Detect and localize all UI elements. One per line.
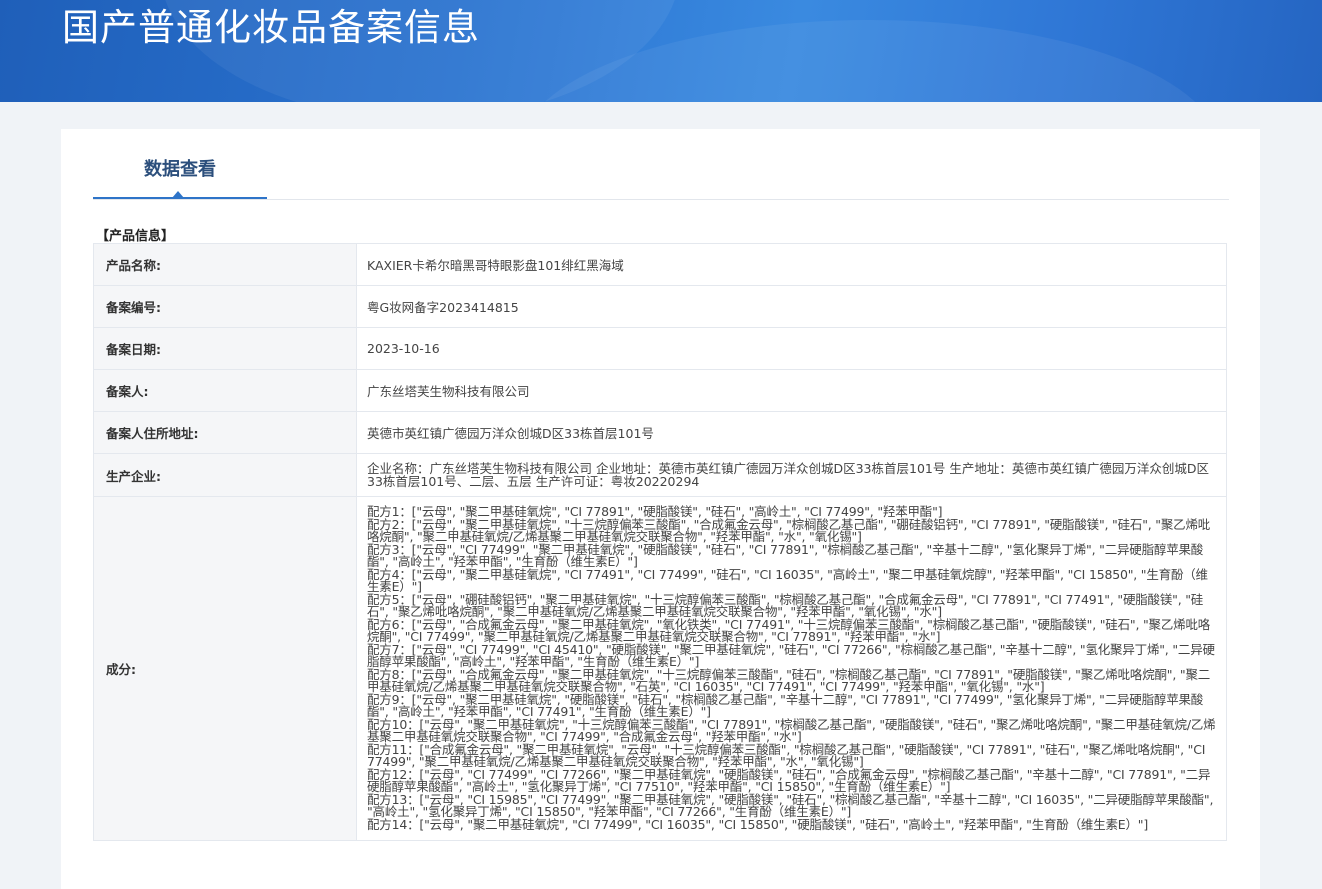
table-row: 生产企业: 企业名称：广东丝塔芙生物科技有限公司 企业地址：英德市英红镇广德园万… xyxy=(93,453,1227,497)
formula-line: 配方13：["云母", "CI 15985", "CI 77499", "聚二甲… xyxy=(367,791,1214,819)
tab-label: 数据查看 xyxy=(144,159,216,180)
content-card: 数据查看 【产品信息】 产品名称: KAXIER卡希尔暗黑哥特眼影盘101绯红黑… xyxy=(61,129,1260,889)
page-title: 国产普通化妆品备案信息 xyxy=(62,6,480,49)
row-label: 产品名称: xyxy=(93,243,357,286)
row-label: 生产企业: xyxy=(93,453,357,497)
product-name-value: KAXIER卡希尔暗黑哥特眼影盘101绯红黑海域 xyxy=(356,243,1227,286)
tab-active-indicator xyxy=(172,191,184,198)
formula-line: 配方7：["云母", "CI 77499", "CI 45410", "硬脂酸镁… xyxy=(367,641,1215,669)
formula-line: 配方3：["云母", "CI 77499", "聚二甲基硅氧烷", "硬脂酸镁"… xyxy=(367,541,1204,569)
formula-line: 配方6：["云母", "合成氟金云母", "聚二甲基硅氧烷", "氧化铁类", … xyxy=(367,616,1211,644)
row-label: 备案人住所地址: xyxy=(93,411,357,454)
table-row: 产品名称: KAXIER卡希尔暗黑哥特眼影盘101绯红黑海域 xyxy=(93,243,1227,286)
row-label: 成分: xyxy=(93,496,357,841)
registrant-value: 广东丝塔芙生物科技有限公司 xyxy=(356,369,1227,412)
formula-line: 配方2：["云母", "聚二甲基硅氧烷", "十三烷醇偏苯三酸酯", "合成氟金… xyxy=(367,516,1211,544)
table-row: 备案人: 广东丝塔芙生物科技有限公司 xyxy=(93,369,1227,412)
tab-data-view[interactable]: 数据查看 xyxy=(93,155,267,199)
row-label: 备案编号: xyxy=(93,285,357,328)
formula-line: 配方9：["云母", "聚二甲基硅氧烷", "硬脂酸镁", "硅石", "棕榈酸… xyxy=(367,691,1204,719)
table-row: 备案编号: 粤G妆网备字2023414815 xyxy=(93,285,1227,328)
formula-line: 配方11：["合成氟金云母", "聚二甲基硅氧烷", "云母", "十三烷醇偏苯… xyxy=(367,741,1206,769)
formula-line: 配方5：["云母", "硼硅酸铝钙", "聚二甲基硅氧烷", "十三烷醇偏苯三酸… xyxy=(367,591,1204,619)
table-row: 备案人住所地址: 英德市英红镇广德园万洋众创城D区33栋首层101号 xyxy=(93,411,1227,454)
formula-line: 配方4：["云母", "聚二甲基硅氧烷", "CI 77491", "CI 77… xyxy=(367,566,1208,594)
table-row: 成分: 配方1：["云母", "聚二甲基硅氧烷", "CI 77891", "硬… xyxy=(93,496,1227,841)
manufacturer-value: 企业名称：广东丝塔芙生物科技有限公司 企业地址：英德市英红镇广德园万洋众创城D区… xyxy=(356,453,1227,497)
table-row: 备案日期: 2023-10-16 xyxy=(93,327,1227,370)
registration-date-value: 2023-10-16 xyxy=(356,327,1227,370)
header-banner: 国产普通化妆品备案信息 xyxy=(0,0,1322,102)
registration-number-value: 粤G妆网备字2023414815 xyxy=(356,285,1227,328)
row-label: 备案人: xyxy=(93,369,357,412)
ingredients-value: 配方1：["云母", "聚二甲基硅氧烷", "CI 77891", "硬脂酸镁"… xyxy=(356,496,1227,841)
formula-line: 配方8：["云母", "合成氟金云母", "聚二甲基硅氧烷", "十三烷醇偏苯三… xyxy=(367,666,1211,694)
section-title: 【产品信息】 xyxy=(96,229,175,244)
registrant-address-value: 英德市英红镇广德园万洋众创城D区33栋首层101号 xyxy=(356,411,1227,454)
row-label: 备案日期: xyxy=(93,327,357,370)
tab-bar: 数据查看 xyxy=(93,155,1229,200)
formula-line: 配方14：["云母", "聚二甲基硅氧烷", "CI 77499", "CI 1… xyxy=(367,816,1149,832)
product-info-table: 产品名称: KAXIER卡希尔暗黑哥特眼影盘101绯红黑海域 备案编号: 粤G妆… xyxy=(93,243,1227,841)
formula-line: 配方12：["云母", "CI 77499", "CI 77266", "聚二甲… xyxy=(367,766,1211,794)
formula-line: 配方10：["云母", "聚二甲基硅氧烷", "十三烷醇偏苯三酸酯", "CI … xyxy=(367,716,1216,744)
